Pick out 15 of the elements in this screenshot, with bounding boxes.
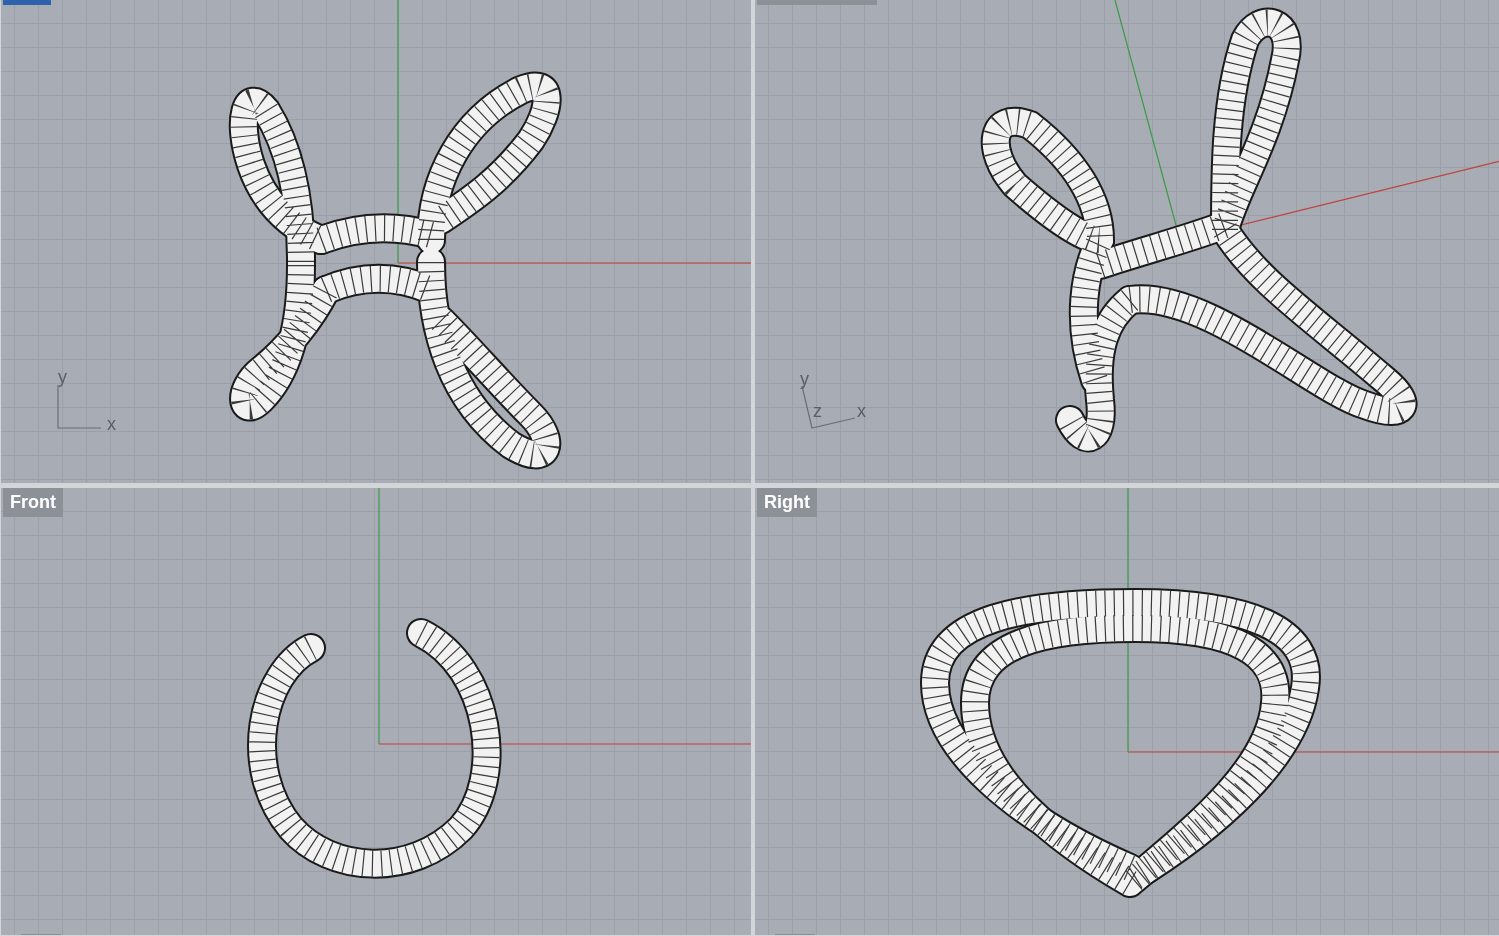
viewport-tab[interactable]	[3, 0, 51, 5]
axis-label: y	[58, 368, 67, 386]
viewport[interactable]: Right	[755, 488, 1499, 935]
viewport[interactable]: y x	[1, 0, 751, 483]
viewport-tab[interactable]	[757, 0, 877, 5]
viewport[interactable]: Front	[1, 488, 751, 935]
axis-label: z	[813, 402, 822, 420]
axis-icon	[20, 934, 62, 935]
axis-icon	[774, 934, 816, 935]
viewport-tab[interactable]: Right	[757, 488, 817, 517]
axis-label: x	[857, 402, 866, 420]
viewport-tab[interactable]: Front	[3, 488, 63, 517]
axis-label: x	[107, 415, 116, 433]
viewport[interactable]: y z x	[755, 0, 1499, 483]
axis-label: y	[800, 370, 809, 388]
